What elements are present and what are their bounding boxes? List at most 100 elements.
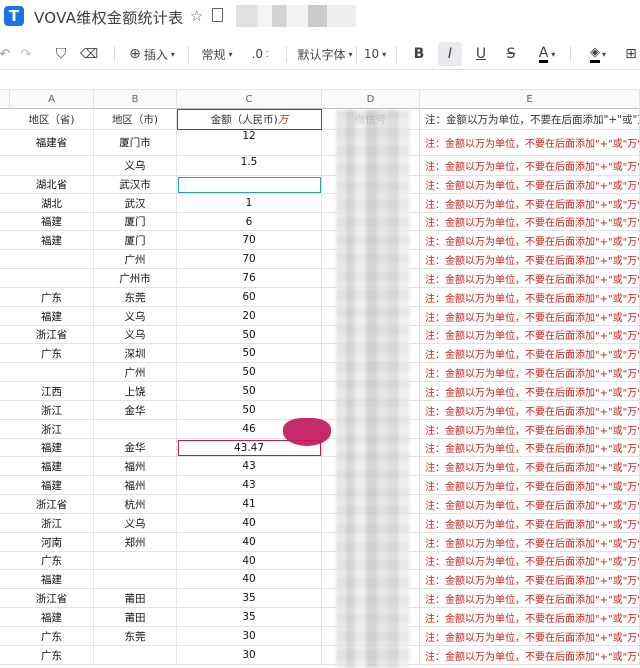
- cell-city[interactable]: 广州: [94, 363, 177, 382]
- note-cell[interactable]: 注：金额以万为单位，不要在后面添加"+"或"万": [420, 646, 640, 665]
- cell-amount[interactable]: 76: [177, 269, 322, 288]
- cell-city[interactable]: 金华: [94, 439, 177, 457]
- cell-province[interactable]: 福建: [0, 439, 94, 457]
- cell-province[interactable]: 广东: [0, 646, 94, 665]
- cell-city[interactable]: 莆田: [94, 589, 177, 608]
- note-cell[interactable]: 注：金额以万为单位，不要在后面添加"+"或"万": [420, 231, 640, 250]
- cell-amount[interactable]: 41: [177, 495, 322, 514]
- cell-province[interactable]: 浙江省: [0, 326, 94, 344]
- formula-bar[interactable]: [0, 70, 640, 90]
- note-cell[interactable]: 注：金额以万为单位，不要在后面添加"+"或"万": [420, 194, 640, 213]
- cell-city[interactable]: 杭州: [94, 495, 177, 514]
- cell-amount[interactable]: 50: [177, 363, 322, 382]
- cell-province[interactable]: 湖北省: [0, 176, 94, 194]
- note-cell[interactable]: 注：金额以万为单位，不要在后面添加"+"或"万": [420, 213, 640, 231]
- cell-city[interactable]: 武汉: [94, 194, 177, 213]
- cell-amount[interactable]: 1.5: [177, 156, 322, 176]
- cell-province[interactable]: 福建: [0, 231, 94, 250]
- cell-city[interactable]: 厦门市: [94, 130, 177, 156]
- corner-cell[interactable]: [0, 90, 10, 109]
- cell-amount[interactable]: 70: [177, 231, 322, 250]
- cell-province[interactable]: 福建省: [0, 130, 94, 156]
- cell-province[interactable]: 广东: [0, 288, 94, 307]
- note-cell[interactable]: 注：金额以万为单位，不要在后面添加"+"或"万": [420, 156, 640, 176]
- cell-province[interactable]: [0, 250, 94, 269]
- cell-province[interactable]: 浙江: [0, 401, 94, 420]
- decimal-button[interactable]: .0 ⁚: [244, 42, 276, 66]
- header-province[interactable]: 地区（省): [0, 109, 94, 130]
- note-cell[interactable]: 注：金额以万为单位，不要在后面添加"+"或"万": [420, 420, 640, 439]
- cell-amount[interactable]: 70: [177, 250, 322, 269]
- cell-amount[interactable]: 35: [177, 589, 322, 608]
- note-cell[interactable]: 注：金额以万为单位，不要在后面添加"+"或"万": [420, 363, 640, 382]
- clear-format-icon[interactable]: ⌫: [80, 42, 98, 66]
- cell-city[interactable]: 郑州: [94, 533, 177, 552]
- doc-info-icon[interactable]: [212, 8, 223, 22]
- cell-province[interactable]: 广东: [0, 344, 94, 363]
- note-cell[interactable]: 注：金额以万为单位，不要在后面添加"+"或"万": [420, 250, 640, 269]
- cell-amount[interactable]: 50: [177, 344, 322, 363]
- note-cell[interactable]: 注：金额以万为单位，不要在后面添加"+"或"万": [420, 109, 640, 130]
- cell-province[interactable]: 福建: [0, 608, 94, 627]
- cell-city[interactable]: 福州: [94, 457, 177, 476]
- cell-province[interactable]: 浙江: [0, 420, 94, 439]
- cell-province[interactable]: 福建: [0, 307, 94, 326]
- cell-city[interactable]: 广州: [94, 250, 177, 269]
- cell-province[interactable]: 湖北: [0, 194, 94, 213]
- cell-amount[interactable]: [177, 176, 322, 194]
- font-family-select[interactable]: 默认字体 ▾: [296, 42, 354, 66]
- cell-province[interactable]: 福建: [0, 213, 94, 231]
- cell-amount[interactable]: 43: [177, 476, 322, 495]
- italic-button[interactable]: I: [438, 42, 462, 66]
- note-cell[interactable]: 注：金额以万为单位，不要在后面添加"+"或"万": [420, 533, 640, 552]
- underline-button[interactable]: U: [470, 42, 492, 66]
- column-header-a[interactable]: A: [10, 90, 94, 109]
- cell-province[interactable]: 福建: [0, 476, 94, 495]
- cell-amount[interactable]: 12: [177, 130, 322, 156]
- borders-icon[interactable]: ⊞: [622, 42, 640, 66]
- undo-icon[interactable]: ↶: [0, 42, 10, 66]
- cell-city[interactable]: [94, 570, 177, 589]
- note-cell[interactable]: 注：金额以万为单位，不要在后面添加"+"或"万": [420, 382, 640, 401]
- number-format-select[interactable]: 常规 ▾: [196, 42, 238, 66]
- bold-button[interactable]: B: [408, 42, 430, 66]
- cell-city[interactable]: 上饶: [94, 382, 177, 401]
- cell-city[interactable]: 福州: [94, 476, 177, 495]
- cell-amount[interactable]: 50: [177, 326, 322, 344]
- cell-amount[interactable]: 6: [177, 213, 322, 231]
- font-size-select[interactable]: 10 ▾: [362, 42, 388, 66]
- cell-city[interactable]: 义乌: [94, 156, 177, 176]
- cell-province[interactable]: 江西: [0, 382, 94, 401]
- note-cell[interactable]: 注：金额以万为单位，不要在后面添加"+"或"万": [420, 476, 640, 495]
- cell-city[interactable]: 东莞: [94, 288, 177, 307]
- cell-province[interactable]: 广东: [0, 552, 94, 570]
- document-title[interactable]: VOVA维权金额统计表: [34, 7, 183, 28]
- column-header-c[interactable]: C: [177, 90, 322, 109]
- column-header-e[interactable]: E: [420, 90, 640, 109]
- note-cell[interactable]: 注：金额以万为单位，不要在后面添加"+"或"万": [420, 570, 640, 589]
- note-cell[interactable]: 注：金额以万为单位，不要在后面添加"+"或"万": [420, 457, 640, 476]
- cell-amount[interactable]: 30: [177, 627, 322, 646]
- header-city[interactable]: 地区（市): [94, 109, 177, 130]
- cell-city[interactable]: 义乌: [94, 326, 177, 344]
- cell-province[interactable]: 浙江省: [0, 589, 94, 608]
- note-cell[interactable]: 注：金额以万为单位，不要在后面添加"+"或"万": [420, 552, 640, 570]
- note-cell[interactable]: 注：金额以万为单位，不要在后面添加"+"或"万": [420, 514, 640, 533]
- cell-province[interactable]: [0, 156, 94, 176]
- fill-color-button[interactable]: ◈ ▾: [584, 42, 612, 66]
- cell-city[interactable]: 厦门: [94, 231, 177, 250]
- note-cell[interactable]: 注：金额以万为单位，不要在后面添加"+"或"万": [420, 608, 640, 627]
- note-cell[interactable]: 注：金额以万为单位，不要在后面添加"+"或"万": [420, 176, 640, 194]
- cell-city[interactable]: 义乌: [94, 514, 177, 533]
- column-header-d[interactable]: D: [322, 90, 420, 109]
- note-cell[interactable]: 注：金额以万为单位，不要在后面添加"+"或"万": [420, 269, 640, 288]
- note-cell[interactable]: 注：金额以万为单位，不要在后面添加"+"或"万": [420, 344, 640, 363]
- cell-city[interactable]: 金华: [94, 401, 177, 420]
- cell-amount[interactable]: 20: [177, 307, 322, 326]
- redo-icon[interactable]: ↷: [18, 42, 34, 66]
- cell-amount[interactable]: 35: [177, 608, 322, 627]
- cell-city[interactable]: 厦门: [94, 213, 177, 231]
- cell-city[interactable]: 东莞: [94, 627, 177, 646]
- cell-amount[interactable]: 1: [177, 194, 322, 213]
- note-cell[interactable]: 注：金额以万为单位，不要在后面添加"+"或"万": [420, 326, 640, 344]
